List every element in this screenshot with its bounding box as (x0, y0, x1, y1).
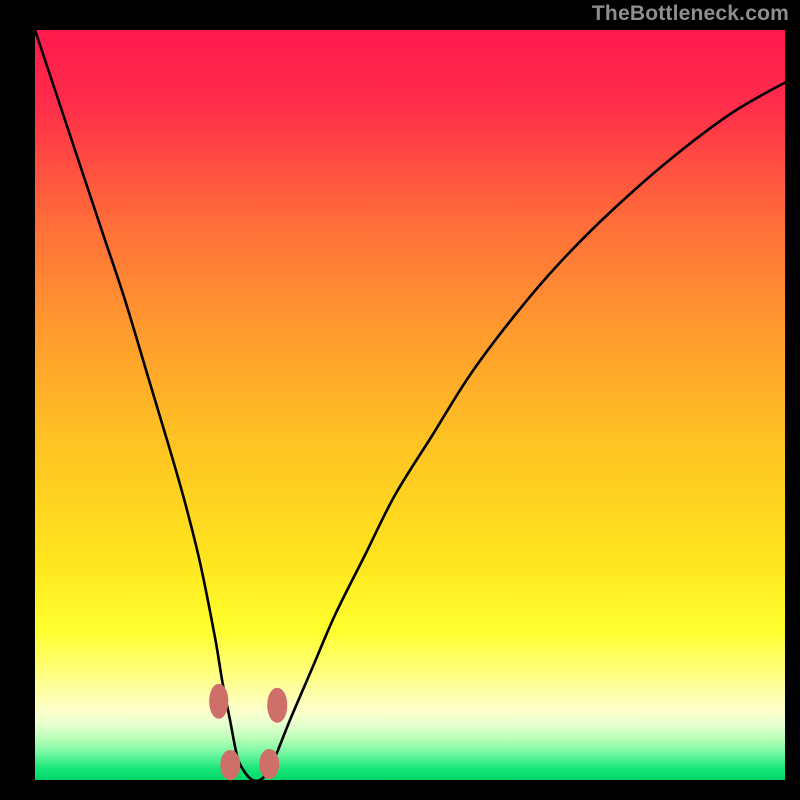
plot-area (35, 30, 785, 780)
chart-frame: TheBottleneck.com (0, 0, 800, 800)
curve-marker (268, 688, 288, 723)
curve-marker (209, 684, 229, 719)
watermark-text: TheBottleneck.com (592, 2, 789, 26)
bottleneck-curve (35, 30, 785, 780)
curve-marker (220, 750, 240, 780)
curve-marker (259, 749, 279, 779)
